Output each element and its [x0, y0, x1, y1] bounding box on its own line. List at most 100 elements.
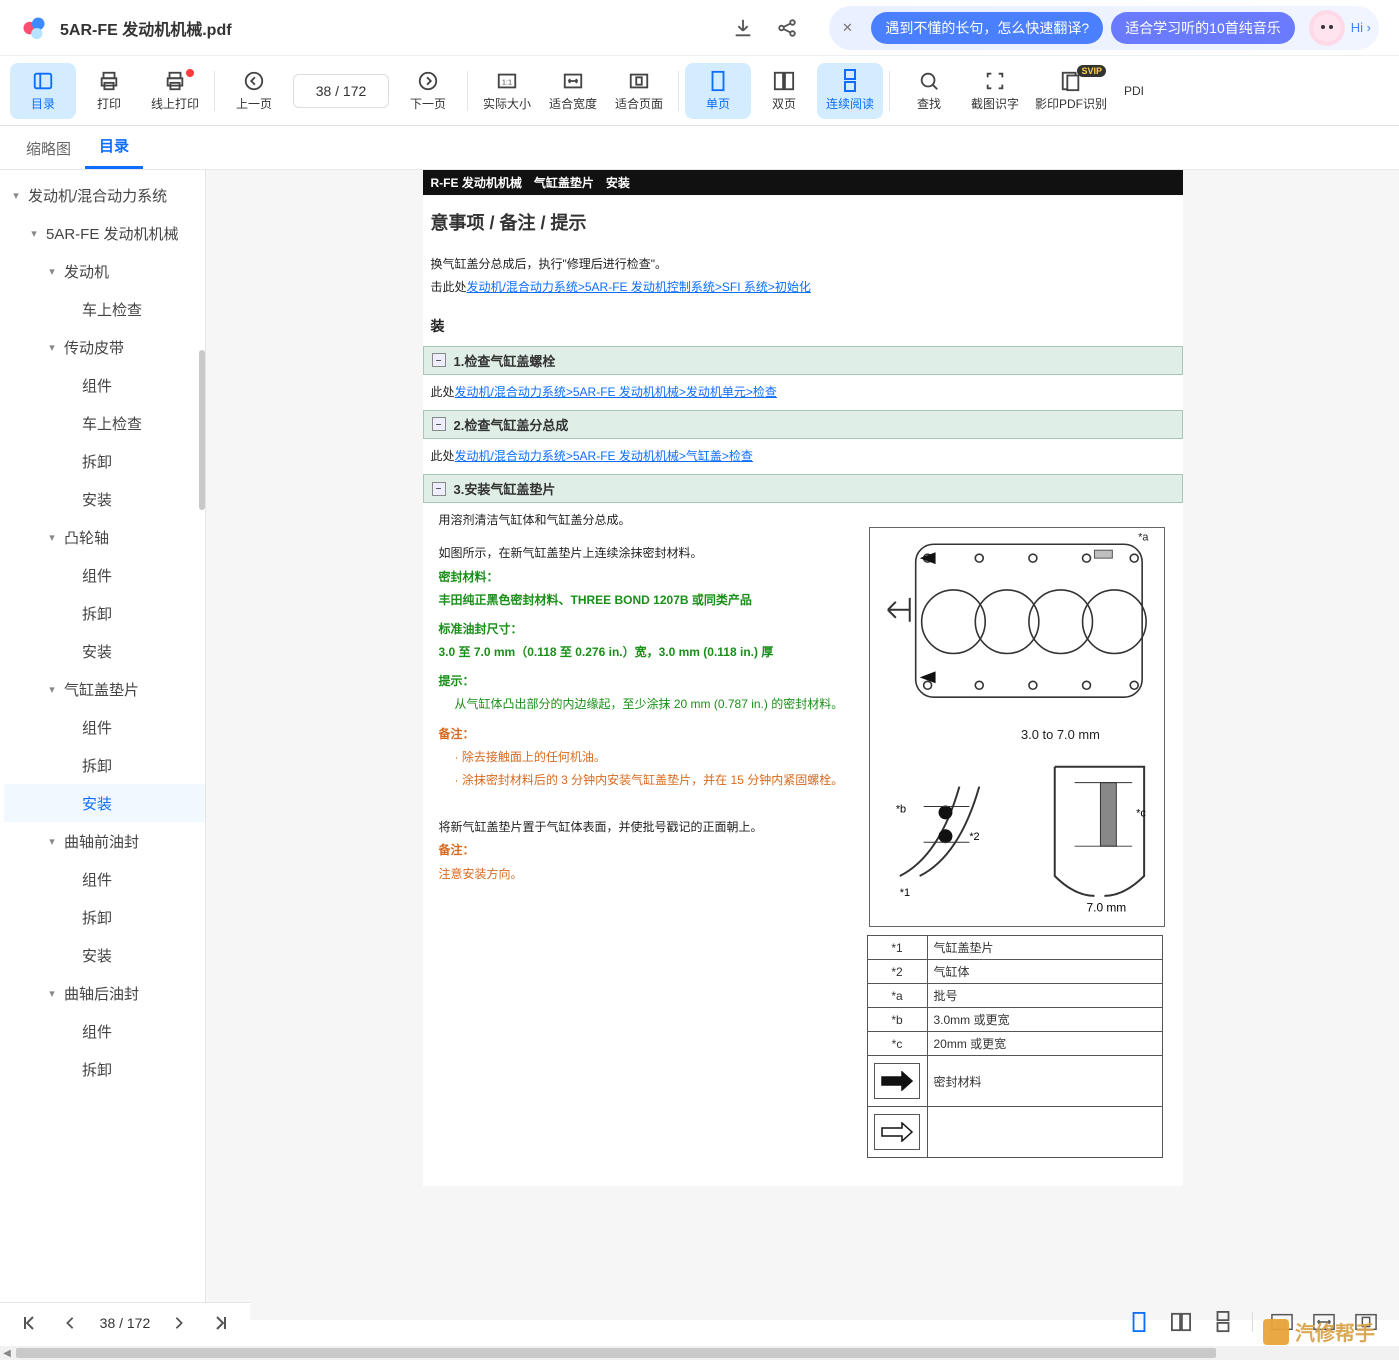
- outline-item[interactable]: ▾曲轴后油封: [4, 974, 205, 1012]
- vb-continuous-icon[interactable]: [1210, 1309, 1236, 1335]
- vb-double-icon[interactable]: [1168, 1309, 1194, 1335]
- outline-label: 拆卸: [82, 755, 112, 776]
- next-page-icon[interactable]: [167, 1311, 191, 1335]
- page-number[interactable]: 38 / 172: [100, 1315, 151, 1331]
- outline-scrollbar[interactable]: [199, 350, 205, 510]
- first-page-icon[interactable]: [17, 1311, 41, 1335]
- outline-item[interactable]: ▾发动机/混合动力系统: [4, 176, 205, 214]
- promo-close-icon[interactable]: ✕: [835, 16, 859, 40]
- step-ref: 此处发动机/混合动力系统>5AR-FE 发动机机械>发动机单元>检查: [431, 383, 1175, 402]
- tb-actual-size[interactable]: 1:1实际大小: [474, 63, 540, 119]
- outline-item[interactable]: 车上检查: [4, 404, 205, 442]
- tb-ocr-pdf[interactable]: SVIP影印PDF识别: [1028, 63, 1114, 119]
- scroll-thumb[interactable]: [16, 1348, 1216, 1358]
- outline-label: 凸轮轴: [64, 527, 109, 548]
- tb-online-print[interactable]: 线上打印: [142, 63, 208, 119]
- tb-prev-page[interactable]: 上一页: [221, 63, 287, 119]
- table-row: *c20mm 或更宽: [867, 1032, 1162, 1056]
- outline-item[interactable]: 组件: [4, 860, 205, 898]
- tb-print[interactable]: 打印: [76, 63, 142, 119]
- doc-link[interactable]: 发动机/混合动力系统>5AR-FE 发动机机械>发动机单元>检查: [455, 385, 777, 399]
- tb-outline[interactable]: 目录: [10, 63, 76, 119]
- outline-item[interactable]: 组件: [4, 556, 205, 594]
- tb-fit-page[interactable]: 适合页面: [606, 63, 672, 119]
- spec-table: *1气缸盖垫片*2气缸体*a批号*b3.0mm 或更宽*c20mm 或更宽密封材…: [867, 935, 1163, 1158]
- red-dot-icon: [186, 69, 194, 77]
- download-icon[interactable]: [731, 16, 755, 40]
- outline-item[interactable]: ▾气缸盖垫片: [4, 670, 205, 708]
- vb-single-icon[interactable]: [1126, 1309, 1152, 1335]
- collapse-icon[interactable]: –: [432, 353, 446, 367]
- outline-item[interactable]: 拆卸: [4, 594, 205, 632]
- step-bar[interactable]: –1.检查气缸盖螺栓: [423, 346, 1183, 375]
- tb-continuous[interactable]: 连续阅读: [817, 63, 883, 119]
- outline-label: 组件: [82, 717, 112, 738]
- outline-item[interactable]: 组件: [4, 366, 205, 404]
- svg-text:*1: *1: [899, 887, 909, 899]
- step-bar[interactable]: –3.安装气缸盖垫片: [423, 474, 1183, 503]
- outline-item[interactable]: 安装: [4, 632, 205, 670]
- horizontal-scrollbar[interactable]: ◀: [0, 1346, 1399, 1360]
- outline-label: 车上检查: [82, 413, 142, 434]
- outline-item[interactable]: ▾发动机: [4, 252, 205, 290]
- tb-more[interactable]: PDI: [1114, 63, 1154, 119]
- outline-item[interactable]: 拆卸: [4, 442, 205, 480]
- outline-item[interactable]: 拆卸: [4, 898, 205, 936]
- table-row: *b3.0mm 或更宽: [867, 1008, 1162, 1032]
- tb-ocr-crop[interactable]: 截图识字: [962, 63, 1028, 119]
- outline-item[interactable]: 拆卸: [4, 746, 205, 784]
- spec-val: [927, 1107, 1162, 1158]
- outline-item[interactable]: 车上检查: [4, 290, 205, 328]
- scroll-left-icon[interactable]: ◀: [0, 1346, 14, 1360]
- last-page-icon[interactable]: [209, 1311, 233, 1335]
- tb-find[interactable]: 查找: [896, 63, 962, 119]
- outline-item[interactable]: ▾凸轮轴: [4, 518, 205, 556]
- step-bar[interactable]: –2.检查气缸盖分总成: [423, 410, 1183, 439]
- tb-next-page[interactable]: 下一页: [395, 63, 461, 119]
- outline-item[interactable]: 组件: [4, 708, 205, 746]
- collapse-icon[interactable]: –: [432, 482, 446, 496]
- outline-label: 组件: [82, 1021, 112, 1042]
- outline-item[interactable]: ▾传动皮带: [4, 328, 205, 366]
- caret-icon: ▾: [44, 683, 60, 696]
- outline-item[interactable]: 组件: [4, 1012, 205, 1050]
- section-label: 装: [431, 315, 1175, 337]
- outline-item[interactable]: ▾5AR-FE 发动机机械: [4, 214, 205, 252]
- document-viewport[interactable]: R-FE 发动机机械 气缸盖垫片 安装 意事项 / 备注 / 提示 换气缸盖分总…: [206, 170, 1399, 1320]
- app-logo-icon: [20, 14, 48, 42]
- doc-link[interactable]: 发动机/混合动力系统>5AR-FE 发动机机械>气缸盖>检查: [455, 449, 753, 463]
- outline-label: 发动机/混合动力系统: [28, 185, 167, 206]
- outline-item[interactable]: 拆卸: [4, 1050, 205, 1088]
- caret-icon: ▾: [44, 265, 60, 278]
- spec-key: *a: [867, 984, 927, 1008]
- svg-text:7.0 mm: 7.0 mm: [1086, 901, 1126, 915]
- outline-item[interactable]: 安装: [4, 784, 205, 822]
- outline-label: 车上检查: [82, 299, 142, 320]
- avatar[interactable]: [1309, 10, 1345, 46]
- collapse-icon[interactable]: –: [432, 417, 446, 431]
- tb-fit-width[interactable]: 适合宽度: [540, 63, 606, 119]
- share-icon[interactable]: [775, 16, 799, 40]
- table-row: *2气缸体: [867, 960, 1162, 984]
- promo-hi[interactable]: Hi ›: [1351, 20, 1371, 35]
- outline-panel: ▾发动机/混合动力系统▾5AR-FE 发动机机械▾发动机车上检查▾传动皮带组件车…: [0, 170, 206, 1320]
- promo-pill-1[interactable]: 遇到不懂的长句，怎么快速翻译?: [871, 12, 1103, 44]
- tb-double-page[interactable]: 双页: [751, 63, 817, 119]
- outline-item[interactable]: 安装: [4, 936, 205, 974]
- spec-val: 气缸体: [927, 960, 1162, 984]
- prev-page-icon[interactable]: [58, 1311, 82, 1335]
- arrow-cell: [867, 1107, 927, 1158]
- page-indicator[interactable]: 38 / 172: [293, 74, 389, 108]
- tb-single-page[interactable]: 单页: [685, 63, 751, 119]
- outline-label: 安装: [82, 641, 112, 662]
- promo-pill-2[interactable]: 适合学习听的10首纯音乐: [1111, 12, 1295, 44]
- outline-item[interactable]: ▾曲轴前油封: [4, 822, 205, 860]
- outline-item[interactable]: 安装: [4, 480, 205, 518]
- tab-thumbnails[interactable]: 缩略图: [12, 128, 85, 169]
- svg-text:3.0 to 7.0 mm: 3.0 to 7.0 mm: [1020, 727, 1099, 742]
- doc-link[interactable]: 发动机/混合动力系统>5AR-FE 发动机控制系统>SFI 系统>初始化: [467, 280, 811, 294]
- step-ref: 此处发动机/混合动力系统>5AR-FE 发动机机械>气缸盖>检查: [431, 447, 1175, 466]
- spec-val: 20mm 或更宽: [927, 1032, 1162, 1056]
- tab-outline[interactable]: 目录: [85, 125, 143, 169]
- toolbar: 目录 打印 线上打印 上一页 38 / 172 下一页 1:1实际大小 适合宽度…: [0, 56, 1399, 126]
